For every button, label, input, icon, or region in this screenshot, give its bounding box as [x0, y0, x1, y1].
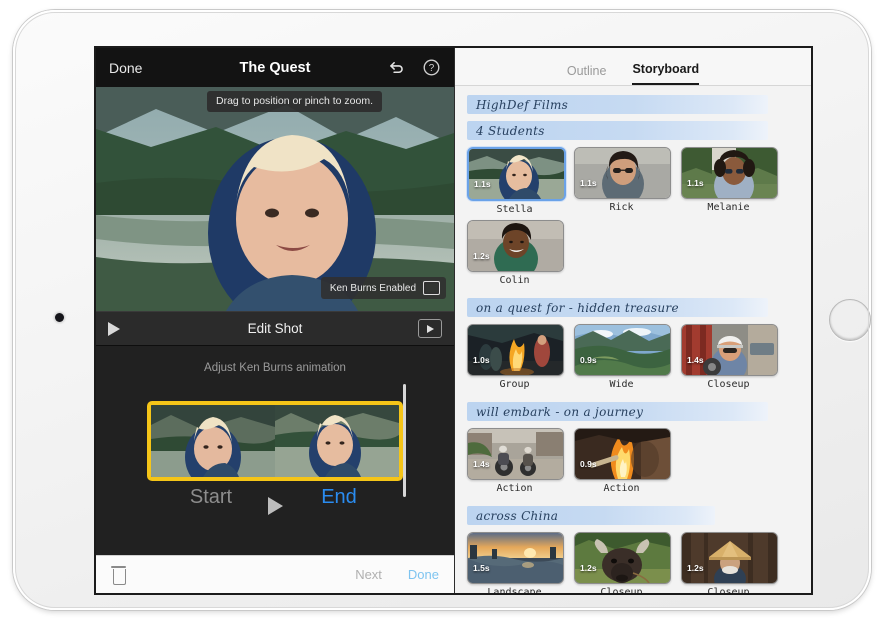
shot-duration: 1.4s: [687, 355, 704, 365]
play-in-box-icon[interactable]: [418, 319, 442, 338]
ipad-screen: Done The Quest ? Drag to position or pin…: [96, 48, 811, 593]
shot-caption: Action: [496, 483, 533, 494]
storyboard-list[interactable]: HighDef Films 4 Students 1.1s Stella 1.1s Ric…: [455, 86, 811, 593]
shot-caption: Action: [603, 483, 640, 494]
storyboard-section-title: across China: [476, 508, 559, 523]
shot-thumbnail[interactable]: 1.0s: [467, 324, 564, 376]
storyboard-shot[interactable]: 0.9s Action: [574, 428, 671, 494]
shot-duration: 1.0s: [473, 355, 490, 365]
next-button[interactable]: Next: [355, 567, 382, 582]
ken-burns-label: Ken Burns Enabled: [329, 282, 416, 294]
shot-caption: Melanie: [707, 202, 750, 213]
storyboard-section-title: on a quest for - hidden treasure: [476, 300, 679, 315]
filmstrip-selected[interactable]: [147, 401, 403, 481]
ken-burns-area: Adjust Ken Burns animation Start End: [96, 346, 454, 555]
edit-shot-bar: Edit Shot: [96, 311, 454, 346]
undo-icon[interactable]: [387, 58, 406, 77]
shot-caption: Colin: [499, 275, 530, 286]
playhead-marker[interactable]: [403, 384, 406, 497]
shot-thumbnail[interactable]: 1.1s: [574, 147, 671, 199]
ken-burns-badge[interactable]: Ken Burns Enabled: [320, 277, 446, 299]
shot-duration: 1.5s: [473, 563, 490, 573]
ipad-device-frame: Done The Quest ? Drag to position or pin…: [13, 10, 871, 610]
storyboard-shot[interactable]: 1.2s Colin: [467, 220, 564, 286]
shot-thumbnail[interactable]: 1.2s: [467, 220, 564, 272]
storyboard-section-band[interactable]: on a quest for - hidden treasure: [467, 298, 769, 317]
shot-caption: Wide: [609, 379, 634, 390]
nav-done-button[interactable]: Done: [109, 60, 142, 76]
storyboard-pane: Outline Storyboard HighDef Films 4 Studen…: [454, 48, 811, 593]
ken-burns-hint: Adjust Ken Burns animation: [204, 362, 346, 374]
shot-thumbnail[interactable]: 1.2s: [681, 532, 778, 584]
shot-duration: 1.2s: [473, 251, 490, 261]
shot-duration: 1.1s: [474, 179, 491, 189]
storyboard-section-band[interactable]: will embark - on a journey: [467, 402, 769, 421]
filmstrip-frame-end[interactable]: [275, 405, 399, 477]
editor-navbar: Done The Quest ?: [96, 48, 454, 87]
panel-tabbar: Outline Storyboard: [455, 48, 811, 86]
storyboard-shot-row: 1.4s Action 0.9s Action: [467, 428, 799, 499]
shot-thumbnail[interactable]: 0.9s: [574, 428, 671, 480]
tab-storyboard[interactable]: Storyboard: [632, 62, 700, 85]
edit-shot-title: Edit Shot: [247, 321, 303, 336]
storyboard-shot[interactable]: 1.1s Rick: [574, 147, 671, 215]
storyboard-shot-row: 1.0s Group 0.9s Wide 1.4s Closeup: [467, 324, 799, 395]
shot-caption: Stella: [496, 204, 533, 215]
storyboard-shot-row: 1.5s Landscape 1.2s Closeup 1.2s Closeup: [467, 532, 799, 593]
shot-thumbnail[interactable]: 1.4s: [681, 324, 778, 376]
shot-duration: 1.1s: [687, 178, 704, 188]
filmstrip-frame-start[interactable]: [151, 405, 275, 477]
shot-duration: 1.2s: [687, 563, 704, 573]
shot-thumbnail[interactable]: 1.2s: [574, 532, 671, 584]
svg-text:?: ?: [429, 63, 435, 74]
play-icon[interactable]: [108, 321, 120, 336]
bottom-done-button[interactable]: Done: [408, 567, 439, 582]
shot-caption: Rick: [609, 202, 634, 213]
storyboard-shot-row: 1.1s Stella 1.1s Rick 1.1s Melanie 1.2s Colin: [467, 147, 799, 291]
storyboard-shot[interactable]: 0.9s Wide: [574, 324, 671, 390]
storyboard-section-title: 4 Students: [476, 123, 545, 138]
shot-thumbnail[interactable]: 0.9s: [574, 324, 671, 376]
storyboard-shot[interactable]: 1.4s Closeup: [681, 324, 778, 390]
trash-icon[interactable]: [111, 565, 126, 585]
shot-caption: Landscape: [487, 587, 542, 593]
front-camera-icon: [55, 313, 64, 322]
storyboard-shot[interactable]: 1.1s Melanie: [681, 147, 778, 215]
shot-caption: Closeup: [707, 379, 750, 390]
shot-thumbnail[interactable]: 1.1s: [681, 147, 778, 199]
storyboard-shot[interactable]: 1.1s Stella: [467, 147, 566, 215]
storyboard-shot[interactable]: 1.2s Closeup: [681, 532, 778, 593]
storyboard-shot[interactable]: 1.2s Closeup: [574, 532, 671, 593]
storyboard-section-band[interactable]: HighDef Films: [467, 95, 769, 114]
storyboard-section-band[interactable]: across China: [467, 506, 716, 525]
shot-editor-pane: Done The Quest ? Drag to position or pin…: [96, 48, 454, 593]
tab-outline[interactable]: Outline: [567, 64, 607, 85]
storyboard-section-title: HighDef Films: [476, 97, 569, 112]
screen-icon: [423, 281, 440, 295]
shot-duration: 1.1s: [580, 178, 597, 188]
storyboard-shot[interactable]: 1.0s Group: [467, 324, 564, 390]
storyboard-section-title: will embark - on a journey: [476, 404, 644, 419]
shot-duration: 0.9s: [580, 459, 597, 469]
shot-caption: Group: [499, 379, 530, 390]
storyboard-section-band[interactable]: 4 Students: [467, 121, 769, 140]
shot-caption: Closeup: [707, 587, 750, 593]
shot-duration: 1.4s: [473, 459, 490, 469]
shot-thumbnail[interactable]: 1.5s: [467, 532, 564, 584]
storyboard-shot[interactable]: 1.4s Action: [467, 428, 564, 494]
shot-thumbnail[interactable]: 1.4s: [467, 428, 564, 480]
filmstrip-wrapper: [147, 401, 403, 481]
preview-play-button[interactable]: [96, 497, 454, 515]
shot-thumbnail[interactable]: 1.1s: [467, 147, 566, 201]
drag-tooltip: Drag to position or pinch to zoom.: [207, 91, 382, 112]
editor-bottom-bar: Next Done: [96, 555, 454, 593]
shot-duration: 0.9s: [580, 355, 597, 365]
home-button[interactable]: [829, 299, 871, 341]
preview-stage[interactable]: Drag to position or pinch to zoom. Ken B…: [96, 87, 454, 311]
shot-duration: 1.2s: [580, 563, 597, 573]
storyboard-shot[interactable]: 1.5s Landscape: [467, 532, 564, 593]
shot-caption: Closeup: [600, 587, 643, 593]
help-icon[interactable]: ?: [422, 58, 441, 77]
